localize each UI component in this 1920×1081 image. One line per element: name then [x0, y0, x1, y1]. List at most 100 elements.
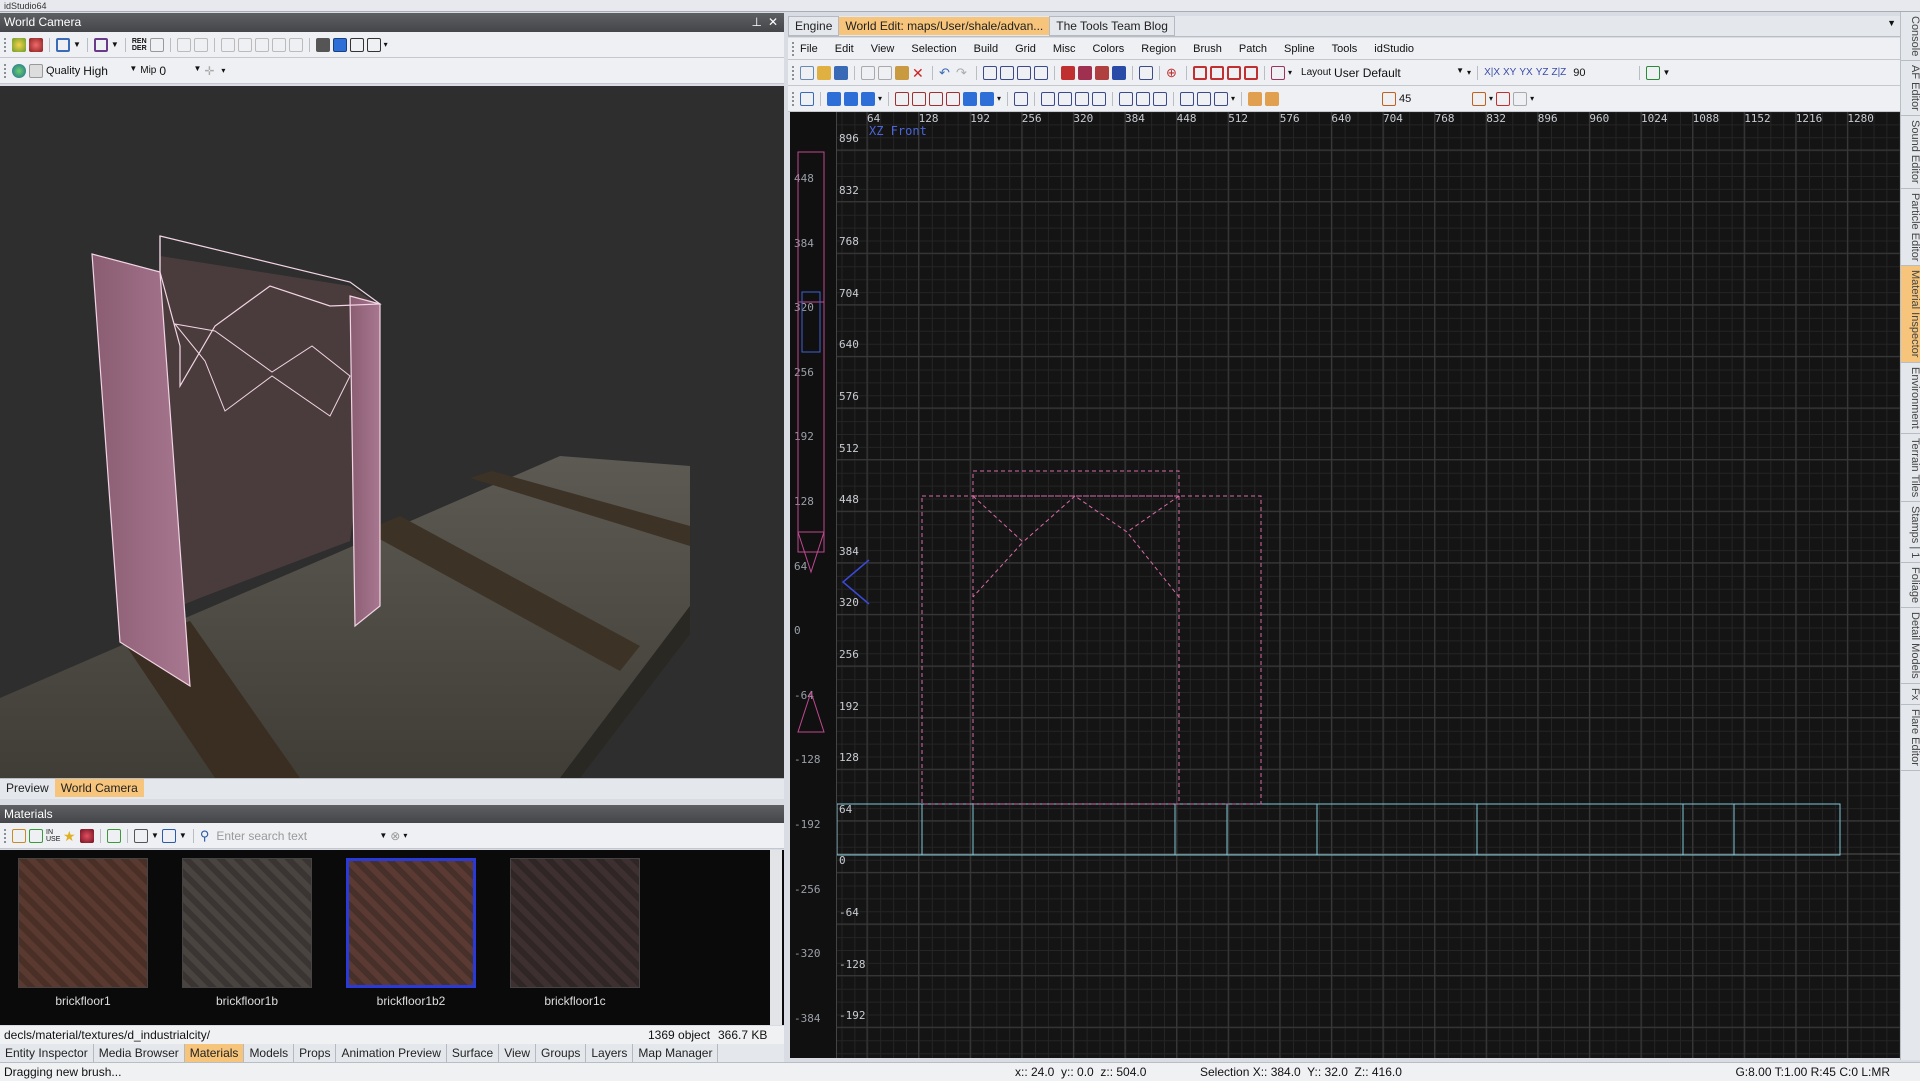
crosshair-icon[interactable]: ✛	[204, 64, 218, 78]
paste-icon[interactable]	[895, 65, 909, 80]
overflow-chevron-icon[interactable]: ▾	[1467, 68, 1471, 77]
search-input[interactable]: Enter search text	[212, 829, 376, 843]
csg-merge-icon[interactable]	[1078, 65, 1092, 80]
filter-light-icon[interactable]	[946, 91, 961, 106]
chevron-down-icon[interactable]: ▼	[1663, 68, 1671, 77]
view-xy-icon[interactable]	[827, 91, 841, 106]
toolbar-grip[interactable]	[792, 91, 797, 106]
in-use-icon[interactable]: IN USE	[46, 829, 60, 843]
menu-misc[interactable]: Misc	[1053, 43, 1076, 55]
draw-mode-icon[interactable]	[93, 37, 108, 52]
vertex-tool-icon[interactable]	[1180, 91, 1195, 106]
chevron-down-icon[interactable]: ▼	[111, 40, 119, 49]
zoom-mode-icon[interactable]	[1136, 91, 1151, 106]
toolbar-grip[interactable]	[792, 41, 797, 56]
menu-grid[interactable]: Grid	[1015, 43, 1036, 55]
edge-tool-icon[interactable]	[1197, 91, 1212, 106]
dock-tab-detail-models[interactable]: Detail Models	[1901, 608, 1920, 684]
redo-icon[interactable]: ↷	[956, 65, 970, 80]
rotate-tool-icon[interactable]	[1645, 65, 1660, 80]
angle-snap-icon[interactable]	[1382, 91, 1397, 106]
refresh-icon[interactable]	[29, 828, 43, 843]
rotate-icon[interactable]	[1034, 65, 1048, 80]
flip-x-icon[interactable]	[983, 65, 997, 80]
tab-engine[interactable]: Engine	[788, 16, 840, 36]
dock-tab-terrain-tiles[interactable]: Terrain Tiles	[1901, 434, 1920, 502]
menu-tools[interactable]: Tools	[1332, 43, 1358, 55]
filter-clip-icon[interactable]	[980, 91, 995, 106]
save-icon[interactable]	[834, 65, 848, 80]
tab-media-browser[interactable]: Media Browser	[94, 1044, 185, 1062]
checkbox-icon[interactable]	[29, 63, 43, 78]
grid-size-icon[interactable]	[1513, 91, 1528, 106]
pin-icon[interactable]: ⊥	[752, 13, 762, 31]
tab-entity-inspector[interactable]: Entity Inspector	[0, 1044, 94, 1062]
dock-tab-sound-editor[interactable]: Sound Editor	[1901, 116, 1920, 189]
material-item[interactable]: brickfloor1b	[182, 858, 312, 1008]
menu-colors[interactable]: Colors	[1092, 43, 1124, 55]
select-inside-icon[interactable]	[1210, 65, 1224, 80]
open-folder-icon[interactable]	[817, 65, 831, 80]
target-icon[interactable]: ⊕	[1166, 65, 1180, 80]
overflow-chevron-icon[interactable]: ▾	[384, 40, 388, 49]
close-icon[interactable]: ✕	[768, 13, 778, 31]
menu-selection[interactable]: Selection	[911, 43, 956, 55]
snap-grid-icon[interactable]	[1014, 91, 1029, 106]
csg-subtract-icon[interactable]	[1061, 65, 1075, 80]
overflow-chevron-icon[interactable]: ▾	[1288, 68, 1292, 77]
drag-faces-icon[interactable]	[1075, 91, 1090, 106]
entity-icon[interactable]	[1271, 65, 1285, 80]
layout-select[interactable]: User Default ▼	[1334, 66, 1464, 80]
sky-icon[interactable]	[271, 37, 286, 52]
drag-edges-icon[interactable]	[1041, 91, 1056, 106]
quality-select[interactable]: High ▼	[83, 64, 137, 78]
view-yz-icon[interactable]	[861, 91, 875, 106]
menu-patch[interactable]: Patch	[1239, 43, 1267, 55]
toolbar-grip[interactable]	[4, 63, 9, 78]
house-icon[interactable]	[1496, 91, 1511, 106]
axis-mirror-z[interactable]: Z|Z	[1551, 67, 1566, 78]
select-touching-icon[interactable]	[1193, 65, 1207, 80]
overflow-chevron-icon[interactable]: ▾	[1231, 94, 1235, 103]
tab-map-manager[interactable]: Map Manager	[633, 1044, 719, 1062]
dock-tab-fx[interactable]: Fx	[1901, 684, 1920, 706]
overflow-chevron-icon[interactable]: ▾	[221, 66, 225, 75]
filter-entity-icon[interactable]	[929, 91, 944, 106]
toolbar-grip[interactable]	[4, 37, 9, 52]
flip-z-icon[interactable]	[1017, 65, 1031, 80]
star-icon[interactable]: ★	[63, 829, 77, 843]
overflow-chevron-icon[interactable]: ▾	[878, 94, 882, 103]
delete-icon[interactable]: ✕	[912, 66, 926, 80]
overflow-chevron-icon[interactable]: ▾	[403, 831, 407, 840]
select-mode-icon[interactable]	[1119, 91, 1134, 106]
materials-scrollbar[interactable]	[770, 850, 782, 1025]
dock-tab-material-inspector[interactable]: Material Inspector	[1901, 266, 1920, 363]
menu-file[interactable]: File	[800, 43, 818, 55]
overflow-chevron-icon[interactable]: ▾	[1530, 94, 1534, 103]
mip-select[interactable]: 0 ▼	[159, 64, 201, 78]
favorite-material-icon[interactable]	[80, 828, 94, 843]
shadow-icon[interactable]	[237, 37, 252, 52]
tab-animation-preview[interactable]: Animation Preview	[336, 1044, 447, 1062]
tab-tools-blog[interactable]: The Tools Team Blog	[1049, 16, 1175, 36]
camera-viewport[interactable]	[0, 86, 784, 778]
select-partial-icon[interactable]	[1244, 65, 1258, 80]
copy-view-icon[interactable]	[176, 37, 191, 52]
paste-view-icon[interactable]	[193, 37, 208, 52]
axis-mirror-x[interactable]: X|X	[1484, 67, 1500, 78]
tab-props[interactable]: Props	[294, 1044, 337, 1062]
tab-view[interactable]: View	[499, 1044, 537, 1062]
material-item[interactable]: brickfloor1c	[510, 858, 640, 1008]
render-button[interactable]: REN DER	[132, 38, 147, 52]
menu-idstudio[interactable]: idStudio	[1374, 43, 1414, 55]
stamp-group-icon[interactable]	[1265, 91, 1280, 106]
dock-tab-particle-editor[interactable]: Particle Editor	[1901, 189, 1920, 267]
scissors-icon[interactable]	[149, 37, 164, 52]
tab-preview[interactable]: Preview	[0, 779, 55, 797]
view-xz-icon[interactable]	[844, 91, 858, 106]
material-item[interactable]: brickfloor1	[18, 858, 148, 1008]
dock-tab-console[interactable]: Console	[1901, 12, 1920, 62]
angle-tool-icon[interactable]	[1472, 91, 1487, 106]
tab-models[interactable]: Models	[244, 1044, 295, 1062]
angle-value[interactable]: 45	[1399, 93, 1469, 105]
